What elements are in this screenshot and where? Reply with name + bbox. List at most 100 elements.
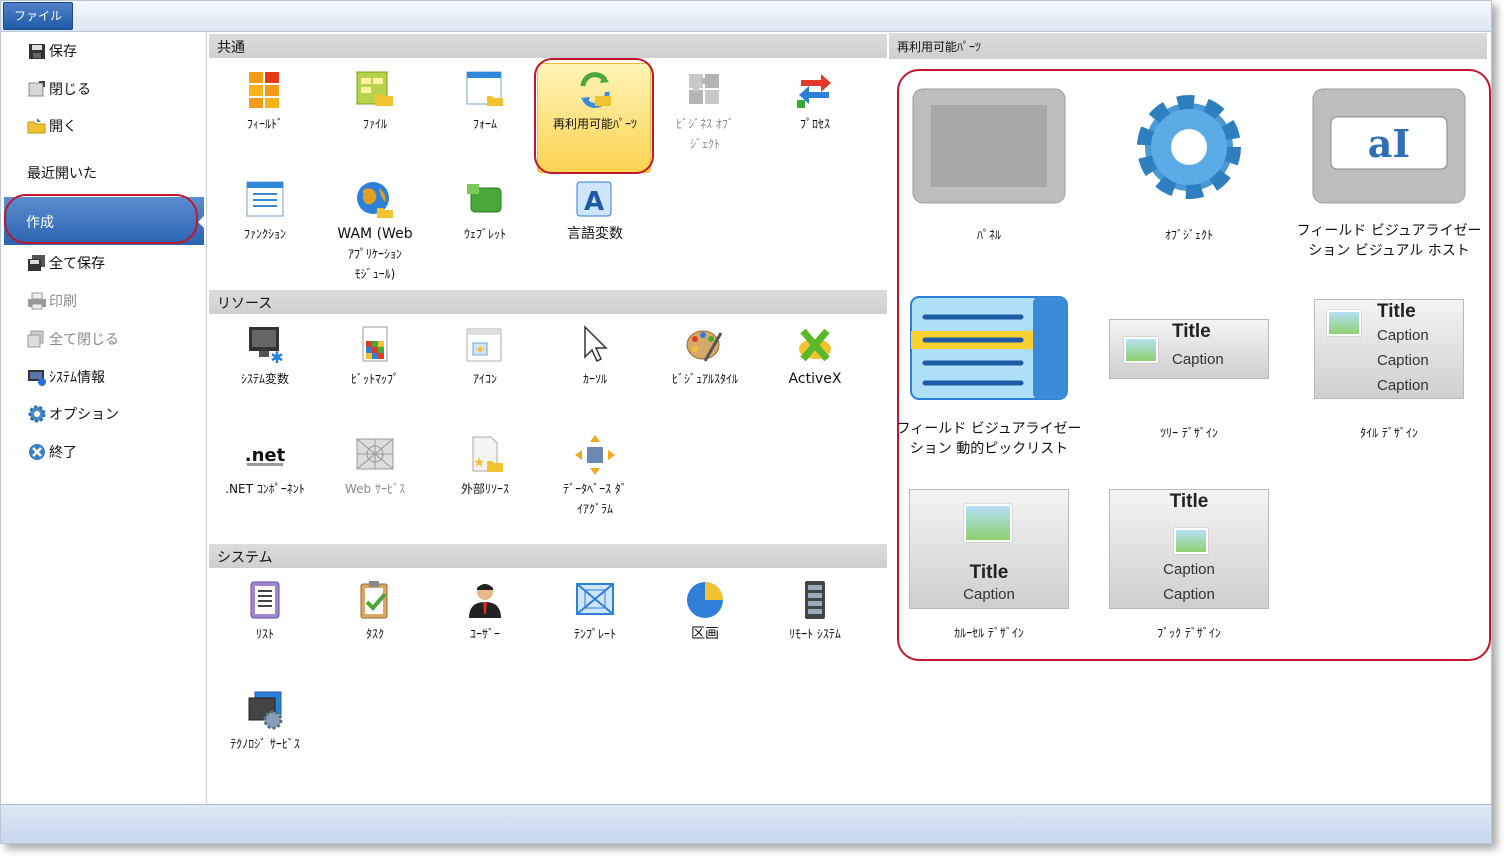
save-all-icon <box>27 254 47 272</box>
sidebar-label: 開く <box>49 119 77 135</box>
monitor-info-icon <box>27 368 47 386</box>
text-field-icon: aI <box>1309 87 1469 207</box>
tile-system-variable[interactable]: ✱ ｼｽﾃﾑ変数 <box>210 325 320 389</box>
bitmap-icon <box>355 325 395 365</box>
sidebar-item-print[interactable]: 印刷 <box>27 288 77 314</box>
dotnet-icon: .net <box>245 435 286 475</box>
backstage-sidebar: 保存 閉じる 開く 最近開いた 作成 全て保存 印刷 全て閉じる ｼｽﾃﾑ情報 … <box>1 32 207 803</box>
tile-activex[interactable]: ActiveX <box>760 325 870 389</box>
sidebar-label: 終了 <box>49 445 77 461</box>
sidebar-label: 全て保存 <box>49 256 105 272</box>
close-document-icon <box>27 80 47 98</box>
tree-design-preview: Title Caption <box>1109 319 1269 379</box>
form-icon <box>465 70 505 110</box>
sidebar-item-save[interactable]: 保存 <box>27 38 77 64</box>
sidebar-item-close[interactable]: 閉じる <box>27 76 91 102</box>
tile-field[interactable]: ﾌｨｰﾙﾄﾞ <box>210 70 320 134</box>
tile-language-variable[interactable]: A 言語変数 <box>540 180 650 244</box>
tile-business-object[interactable]: ﾋﾞｼﾞﾈｽ ｵﾌﾞ ｼﾞｪｸﾄ <box>650 70 760 154</box>
section-header-common: 共通 <box>209 34 887 58</box>
sidebar-item-recent[interactable]: 最近開いた <box>27 163 97 183</box>
application-window: ファイル 保存 閉じる 開く 最近開いた 作成 全て保存 印刷 全て閉じる ｼｽ… <box>0 0 1492 844</box>
reusable-tile-field-visual-host[interactable]: aI フィールド ビジュアライゼー ション ビジュアル ホスト <box>1289 87 1489 261</box>
reusable-tile-book-design[interactable]: ﾌﾞｯｸ ﾃﾞｻﾞｲﾝ <box>1089 623 1289 643</box>
tile-weblet[interactable]: ｳｪﾌﾞﾚｯﾄ <box>430 180 540 244</box>
pie-chart-icon <box>685 580 725 620</box>
sidebar-label: 閉じる <box>49 82 91 98</box>
tile-list[interactable]: ﾘｽﾄ <box>210 580 320 644</box>
tile-file[interactable]: ﾌｧｲﾙ <box>320 70 430 134</box>
gear-icon <box>1109 87 1269 207</box>
image-placeholder-icon <box>1124 337 1158 363</box>
carousel-design-preview: Title Caption <box>909 489 1069 609</box>
folder-open-icon <box>27 117 47 135</box>
tile-remote-system[interactable]: ﾘﾓｰﾄ ｼｽﾃﾑ <box>760 580 870 644</box>
reusable-tile-carousel-design[interactable]: ｶﾙｰｾﾙ ﾃﾞｻﾞｲﾝ <box>889 623 1089 643</box>
weblet-icon <box>465 180 505 220</box>
tile-wam[interactable]: WAM (Web ｱﾌﾟﾘｹｰｼｮﾝ ﾓｼﾞｭｰﾙ) <box>320 180 430 284</box>
tile-design-preview: Title Caption Caption Caption <box>1314 299 1464 399</box>
sidebar-label: 保存 <box>49 44 77 60</box>
tile-function[interactable]: ﾌｧﾝｸｼｮﾝ <box>210 180 320 244</box>
tile-external-resource[interactable]: ★ 外部ﾘｿｰｽ <box>430 435 540 499</box>
icon-resource-icon: ★ <box>465 325 505 365</box>
book-design-preview: Title Caption Caption <box>1109 489 1269 609</box>
palette-icon <box>685 325 725 365</box>
reusable-tile-field-visual-picklist[interactable]: フィールド ビジュアライゼー ション 動的ピックリスト <box>889 295 1089 459</box>
tile-form[interactable]: ﾌｫｰﾑ <box>430 70 540 134</box>
section-header-reusable-parts: 再利用可能ﾊﾟｰﾂ <box>889 33 1487 59</box>
close-all-icon <box>27 330 47 348</box>
image-placeholder-icon <box>964 504 1012 542</box>
technology-service-icon <box>245 690 285 730</box>
globe-icon <box>355 180 395 220</box>
reusable-tile-object[interactable]: ｵﾌﾞｼﾞｪｸﾄ <box>1089 87 1289 245</box>
active-pointer <box>198 214 206 230</box>
sidebar-item-close-all[interactable]: 全て閉じる <box>27 326 119 352</box>
tile-net-component[interactable]: .net .NET ｺﾝﾎﾟｰﾈﾝﾄ <box>210 435 320 499</box>
image-placeholder-icon <box>1174 528 1208 554</box>
reusable-tile-tree-design[interactable]: ﾂﾘｰ ﾃﾞｻﾞｲﾝ <box>1089 423 1289 443</box>
tile-user[interactable]: ﾕｰｻﾞｰ <box>430 580 540 644</box>
sidebar-item-open[interactable]: 開く <box>27 113 77 139</box>
sidebar-label: オプション <box>49 407 119 423</box>
list-icon <box>245 580 285 620</box>
image-placeholder-icon <box>1327 310 1361 336</box>
tile-task[interactable]: ﾀｽｸ <box>320 580 430 644</box>
section-header-resources: リソース <box>209 290 887 314</box>
gear-icon <box>27 405 47 423</box>
function-icon <box>245 180 285 220</box>
letter-a-icon: A <box>575 180 615 220</box>
tile-icon[interactable]: ★ ｱｲｺﾝ <box>430 325 540 389</box>
tile-web-service[interactable]: Web ｻｰﾋﾞｽ <box>320 435 430 499</box>
sidebar-item-exit[interactable]: 終了 <box>27 439 77 465</box>
reusable-tile-panel[interactable]: ﾊﾟﾈﾙ <box>889 87 1089 245</box>
sidebar-item-options[interactable]: オプション <box>27 401 119 427</box>
process-arrows-icon <box>795 70 835 110</box>
external-resource-icon: ★ <box>465 435 505 475</box>
svg-text:★: ★ <box>475 343 485 356</box>
file-tab[interactable]: ファイル <box>3 2 73 30</box>
ribbon-bar: ファイル <box>1 1 1491 32</box>
sidebar-item-save-all[interactable]: 全て保存 <box>27 250 105 276</box>
tile-process[interactable]: ﾌﾟﾛｾｽ <box>760 70 870 134</box>
tile-partition[interactable]: 区画 <box>650 580 760 644</box>
tile-reusable-part[interactable]: 再利用可能ﾊﾟｰﾂ <box>540 70 650 134</box>
sidebar-label: ｼｽﾃﾑ情報 <box>49 370 105 386</box>
sidebar-label: 全て閉じる <box>49 332 119 348</box>
section-header-system: システム <box>209 544 887 568</box>
tile-cursor[interactable]: ｶｰｿﾙ <box>540 325 650 389</box>
tile-technology-service[interactable]: ﾃｸﾉﾛｼﾞ ｻｰﾋﾞｽ <box>210 690 320 754</box>
tile-bitmap[interactable]: ﾋﾞｯﾄﾏｯﾌﾟ <box>320 325 430 389</box>
activex-icon <box>795 325 835 365</box>
monitor-icon: ✱ <box>245 325 285 367</box>
file-icon <box>355 70 395 110</box>
status-bar <box>1 804 1491 843</box>
tile-visual-style[interactable]: ﾋﾞｼﾞｭｱﾙｽﾀｲﾙ <box>650 325 760 389</box>
tile-database-diagram[interactable]: ﾃﾞｰﾀﾍﾞｰｽ ﾀﾞ ｲｱｸﾞﾗﾑ <box>540 435 650 519</box>
reusable-tile-tile-design[interactable]: ﾀｲﾙ ﾃﾞｻﾞｲﾝ <box>1289 423 1489 443</box>
clipboard-check-icon <box>355 580 395 620</box>
tile-template[interactable]: ﾃﾝﾌﾟﾚｰﾄ <box>540 580 650 644</box>
picklist-icon <box>909 295 1069 403</box>
svg-text:aI: aI <box>1368 121 1410 166</box>
sidebar-item-system-info[interactable]: ｼｽﾃﾑ情報 <box>27 364 105 390</box>
